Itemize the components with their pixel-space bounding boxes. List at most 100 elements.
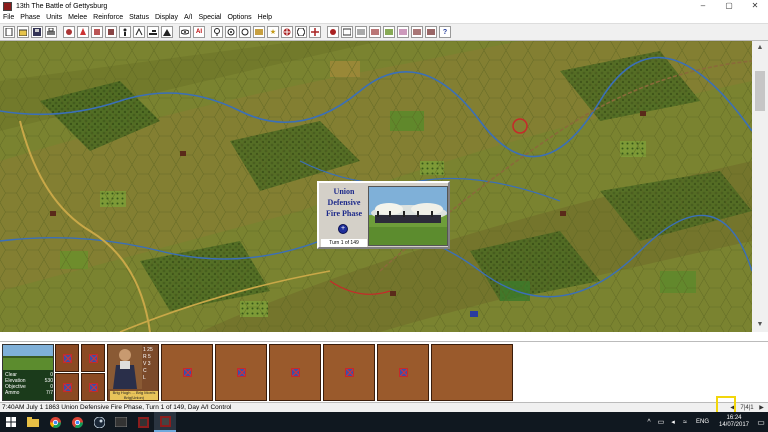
eye-icon[interactable] — [179, 26, 191, 38]
taskbar: ^ ▭ ◂ ≈ ENG 16:24 14/07/2017 ▭ — [0, 412, 768, 432]
leader-portrait-box[interactable]: 1 25 R 5 V 3 C L Brig Hugh ... Brig Morr… — [107, 344, 159, 401]
save-icon[interactable] — [31, 26, 43, 38]
map-icon[interactable] — [411, 26, 423, 38]
menu-options[interactable]: Options — [224, 14, 254, 21]
leader-stat: V 3 — [143, 361, 151, 367]
flag-icon[interactable] — [253, 26, 265, 38]
leader-portrait — [108, 345, 142, 389]
unit-counter-icon — [290, 368, 300, 377]
unit-slot-large[interactable] — [215, 344, 267, 401]
game-icon[interactable] — [132, 412, 154, 432]
menu-ai[interactable]: A/I — [181, 14, 196, 21]
unit-slot-large[interactable] — [269, 344, 321, 401]
window-title: 13th The Battle of Gettysburg — [16, 2, 108, 10]
unit-counter-icon — [344, 368, 354, 377]
volume-icon[interactable]: ◂ — [667, 418, 679, 426]
unit-slot[interactable] — [81, 344, 105, 372]
unit-slot-large[interactable] — [161, 344, 213, 401]
menu-display[interactable]: Display — [152, 14, 181, 21]
chair-icon[interactable] — [105, 26, 117, 38]
menu-phase[interactable]: Phase — [17, 14, 43, 21]
notification-icon[interactable]: ▭ — [754, 418, 768, 427]
unit-slot-large[interactable] — [431, 344, 513, 401]
map-vertical-scrollbar[interactable]: ▲ ▼ — [752, 41, 768, 332]
close-button[interactable]: ✕ — [742, 0, 768, 12]
leader-icon[interactable] — [91, 26, 103, 38]
unit-counter-icon — [398, 368, 408, 377]
help-icon[interactable]: ? — [439, 26, 451, 38]
system-tray: ^ ▭ ◂ ≈ ENG 16:24 14/07/2017 ▭ — [643, 412, 768, 432]
unit-icon[interactable] — [63, 26, 75, 38]
artillery-icon[interactable] — [147, 26, 159, 38]
balloon-icon[interactable] — [211, 26, 223, 38]
leader-stat: L — [143, 375, 146, 381]
steam-icon[interactable] — [88, 412, 110, 432]
chevron-up-icon[interactable]: ^ — [643, 419, 655, 426]
scroll-thumb[interactable] — [755, 71, 765, 111]
hex-icon[interactable] — [295, 26, 307, 38]
march-icon[interactable] — [133, 26, 145, 38]
menu-units[interactable]: Units — [43, 14, 65, 21]
phase-title-line-3: Fire Phase — [325, 209, 363, 218]
terrain-stats: Clear 0 Elevation 530 Objective 0 Ammo 7/7 — [5, 372, 53, 396]
unit-slot[interactable] — [81, 373, 105, 401]
phase-title-line-1: Union — [333, 187, 355, 196]
unit-counter-icon — [88, 382, 98, 392]
binoculars-icon[interactable] — [383, 26, 395, 38]
phase-battle-image — [368, 186, 448, 246]
file-explorer-icon[interactable] — [22, 412, 44, 432]
unit-counter-icon — [236, 368, 246, 377]
anchor-icon[interactable] — [355, 26, 367, 38]
counter-icon[interactable] — [397, 26, 409, 38]
camera-icon[interactable] — [369, 26, 381, 38]
unit-slot[interactable] — [55, 344, 79, 372]
menu-reinforce[interactable]: Reinforce — [90, 14, 126, 21]
chrome-icon[interactable] — [44, 412, 66, 432]
unit-panel: Clear 0 Elevation 530 Objective 0 Ammo 7/7 1… — [0, 341, 768, 403]
leader-stat: C — [143, 368, 147, 374]
unit-slot-large[interactable] — [323, 344, 375, 401]
clock[interactable]: 16:24 14/07/2017 — [714, 415, 754, 429]
menu-help[interactable]: Help — [255, 14, 275, 21]
arrow-icon[interactable] — [341, 26, 353, 38]
menu-file[interactable]: File — [0, 14, 17, 21]
unit-counter-icon — [62, 382, 72, 392]
wifi-icon[interactable]: ≈ — [679, 419, 691, 426]
menu-special[interactable]: Special — [196, 14, 225, 21]
minimize-button[interactable]: – — [690, 0, 716, 12]
cross-icon[interactable] — [281, 26, 293, 38]
menu-melee[interactable]: Melee — [65, 14, 90, 21]
unit-slot[interactable] — [55, 373, 79, 401]
phase-ok-button[interactable]: + — [338, 224, 348, 234]
wagon-icon[interactable] — [239, 26, 251, 38]
new-icon[interactable] — [3, 26, 15, 38]
scroll-up-icon[interactable]: ▲ — [752, 41, 768, 55]
star-icon[interactable]: ★ — [267, 26, 279, 38]
phase-dialog: Union Defensive Fire Phase + Turn 1 of 1… — [317, 181, 450, 249]
title-bar: 13th The Battle of Gettysburg – ▢ ✕ — [0, 0, 768, 12]
terrain-info-box: Clear 0 Elevation 530 Objective 0 Ammo 7/7 — [2, 344, 54, 401]
terrain-value: 7/7 — [46, 390, 53, 396]
scroll-down-icon[interactable]: ▼ — [752, 318, 768, 332]
unit-slot-large[interactable] — [377, 344, 429, 401]
tent-icon[interactable] — [161, 26, 173, 38]
fire-icon[interactable] — [77, 26, 89, 38]
scroll-right-icon[interactable]: ▶ — [757, 404, 766, 412]
flag2-icon[interactable] — [425, 26, 437, 38]
move-icon[interactable] — [309, 26, 321, 38]
windows-start-icon[interactable] — [0, 412, 22, 432]
game-active-icon[interactable] — [154, 412, 176, 432]
print-icon[interactable] — [45, 26, 57, 38]
menu-status[interactable]: Status — [126, 14, 152, 21]
diamond-icon[interactable] — [327, 26, 339, 38]
network-icon[interactable]: ▭ — [655, 418, 667, 426]
cmd-icon[interactable] — [110, 412, 132, 432]
unit-counter-icon — [182, 368, 192, 377]
chrome-icon-2[interactable] — [66, 412, 88, 432]
ai-icon[interactable]: AI — [193, 26, 205, 38]
man-icon[interactable] — [119, 26, 131, 38]
maximize-button[interactable]: ▢ — [716, 0, 742, 12]
target-icon[interactable] — [225, 26, 237, 38]
input-language[interactable]: ENG — [691, 419, 714, 425]
open-icon[interactable] — [17, 26, 29, 38]
